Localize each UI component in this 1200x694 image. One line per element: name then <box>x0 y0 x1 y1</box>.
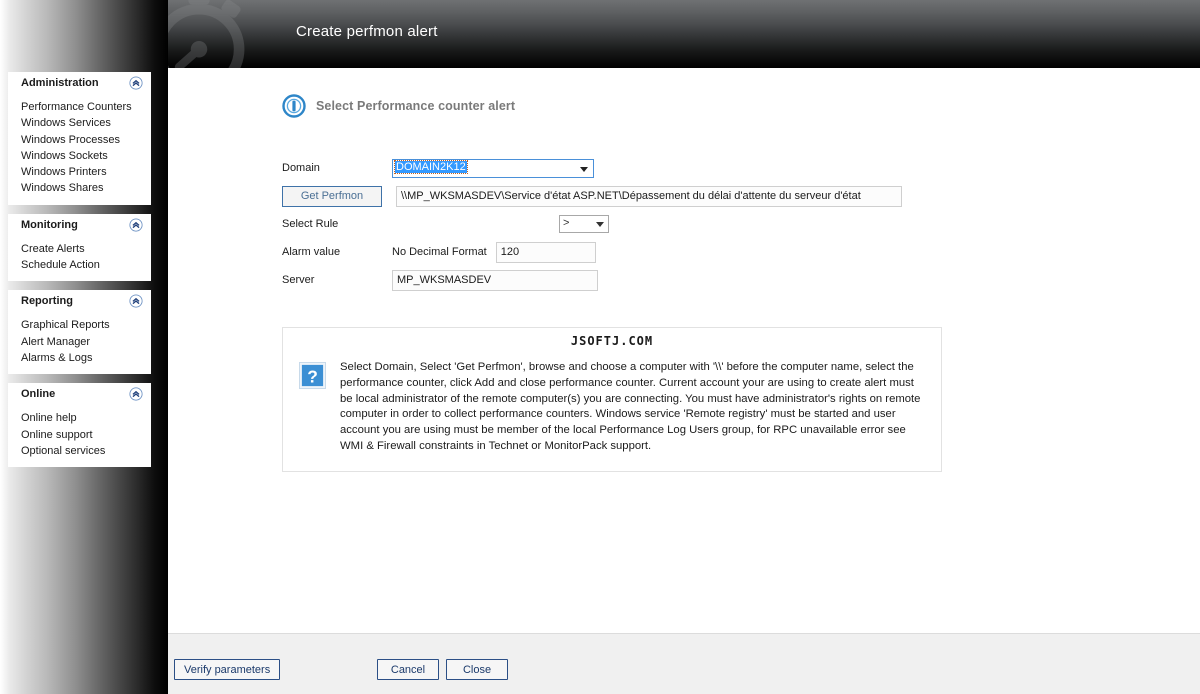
double-chevron-up-icon[interactable] <box>129 76 143 90</box>
server-label: Server <box>282 274 315 286</box>
counter-path-input[interactable]: \\MP_WKSMASDEV\Service d'état ASP.NET\Dé… <box>396 185 902 207</box>
form-row-perfmon: Get Perfmon \\MP_WKSMASDEV\Service d'éta… <box>282 182 902 210</box>
double-chevron-up-icon[interactable] <box>129 218 143 232</box>
help-content-row: ? Select Domain, Select 'Get Perfmon', b… <box>299 360 925 455</box>
help-panel: JSOFTJ.COM ? Select Domain, Select 'Get … <box>282 327 942 472</box>
form-row-alarm: Alarm value No Decimal Format 120 <box>282 238 902 266</box>
footer-bar: Verify parameters Cancel Close <box>168 633 1200 694</box>
form-row-server: Server MP_WKSMASDEV <box>282 266 902 294</box>
panel-body-monitoring: Create Alerts Schedule Action <box>8 237 151 282</box>
chevron-down-icon <box>580 166 588 172</box>
section-title: Select Performance counter alert <box>316 99 516 113</box>
server-input[interactable]: MP_WKSMASDEV <box>392 269 598 291</box>
section-header: Select Performance counter alert <box>282 94 515 118</box>
alert-form: Domain DOMAIN2K12 Get Perfmon \\MP_WKSMA… <box>282 154 902 294</box>
chevron-down-icon <box>596 222 604 227</box>
sidebar-item-optional-services[interactable]: Optional services <box>21 443 151 459</box>
sidebar-panel-administration: Administration Performance Counters Wind… <box>8 72 151 205</box>
panel-header-reporting[interactable]: Reporting <box>8 290 151 313</box>
panel-header-administration[interactable]: Administration <box>8 72 151 95</box>
double-chevron-up-icon[interactable] <box>129 294 143 308</box>
sidebar-item-performance-counters[interactable]: Performance Counters <box>21 99 151 115</box>
app-window: Create perfmon alert Administration Perf… <box>0 0 1200 694</box>
domain-field-wrap: DOMAIN2K12 <box>392 158 594 178</box>
site-watermark: JSOFTJ.COM <box>570 334 654 348</box>
main-content: Select Performance counter alert Domain … <box>168 68 1200 633</box>
panel-body-online: Online help Online support Optional serv… <box>8 406 151 467</box>
panel-title: Monitoring <box>21 218 78 231</box>
alarm-value-label: Alarm value <box>282 246 341 258</box>
sidebar-item-windows-shares[interactable]: Windows Shares <box>21 180 151 196</box>
stopwatch-icon <box>168 0 245 68</box>
sidebar: Administration Performance Counters Wind… <box>8 72 151 476</box>
verify-parameters-button[interactable]: Verify parameters <box>174 659 281 680</box>
form-row-rule: Select Rule > <box>282 210 902 238</box>
panel-title: Online <box>21 388 56 401</box>
select-rule-label: Select Rule <box>282 218 339 230</box>
help-text: Select Domain, Select 'Get Perfmon', bro… <box>340 361 921 452</box>
sidebar-item-windows-sockets[interactable]: Windows Sockets <box>21 148 151 164</box>
rule-select[interactable]: > <box>559 215 609 233</box>
info-circle-icon <box>282 94 306 118</box>
sidebar-item-alert-manager[interactable]: Alert Manager <box>21 334 151 350</box>
sidebar-panel-monitoring: Monitoring Create Alerts Schedule Action <box>8 213 151 282</box>
cancel-button[interactable]: Cancel <box>377 659 439 680</box>
no-decimal-format-label: No Decimal Format <box>392 246 487 258</box>
get-perfmon-label-cell: Get Perfmon <box>282 185 392 207</box>
domain-label: Domain <box>282 162 320 174</box>
svg-text:?: ? <box>307 366 318 386</box>
panel-title: Reporting <box>21 295 73 308</box>
sidebar-item-alarms-logs[interactable]: Alarms & Logs <box>21 350 151 366</box>
double-chevron-up-icon[interactable] <box>129 387 143 401</box>
panel-body-administration: Performance Counters Windows Services Wi… <box>8 95 151 205</box>
alarm-value-input[interactable]: 120 <box>495 241 596 263</box>
sidebar-panel-reporting: Reporting Graphical Reports Alert Manage… <box>8 290 151 375</box>
rule-select-value: > <box>563 217 570 229</box>
panel-title: Administration <box>21 77 99 89</box>
sidebar-item-windows-processes[interactable]: Windows Processes <box>21 132 151 148</box>
sidebar-item-windows-printers[interactable]: Windows Printers <box>21 164 151 180</box>
close-button[interactable]: Close <box>446 659 508 680</box>
page-title: Create perfmon alert <box>296 23 438 40</box>
domain-select[interactable]: DOMAIN2K12 <box>392 158 594 178</box>
get-perfmon-button[interactable]: Get Perfmon <box>282 185 382 207</box>
sidebar-item-schedule-action[interactable]: Schedule Action <box>21 257 151 273</box>
sidebar-panel-online: Online Online help Online support Option… <box>8 383 151 468</box>
sidebar-item-create-alerts[interactable]: Create Alerts <box>21 241 151 257</box>
sidebar-item-online-support[interactable]: Online support <box>21 427 151 443</box>
sidebar-item-windows-services[interactable]: Windows Services <box>21 115 151 131</box>
panel-header-online[interactable]: Online <box>8 383 151 406</box>
form-row-domain: Domain DOMAIN2K12 <box>282 154 902 182</box>
sidebar-item-online-help[interactable]: Online help <box>21 410 151 426</box>
page-header: Create perfmon alert <box>168 0 1200 68</box>
panel-header-monitoring[interactable]: Monitoring <box>8 214 151 237</box>
domain-select-value: DOMAIN2K12 <box>394 159 468 174</box>
panel-body-reporting: Graphical Reports Alert Manager Alarms &… <box>8 313 151 374</box>
sidebar-item-graphical-reports[interactable]: Graphical Reports <box>21 317 151 333</box>
question-mark-icon: ? <box>299 362 326 389</box>
